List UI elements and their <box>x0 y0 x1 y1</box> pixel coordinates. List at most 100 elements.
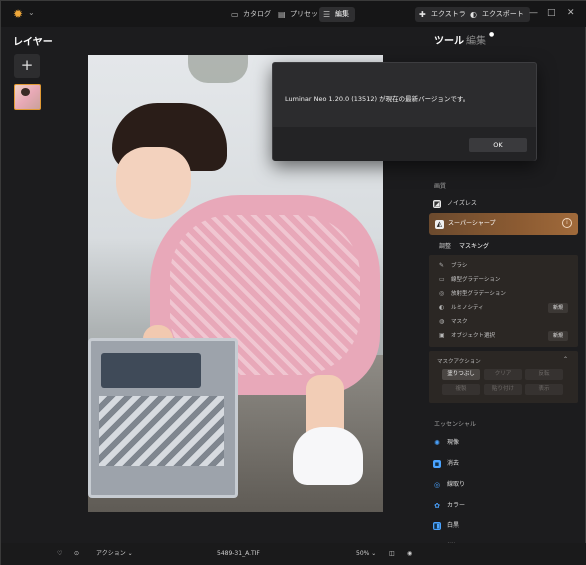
brush-icon: ✎ <box>439 262 445 269</box>
tool-color-label: カラー <box>447 502 466 509</box>
top-bar: ✹ ⌄ ▭ カタログ ▤ プリセット ☰ 編集 ✚ エクストラ ◐ エクスポート… <box>1 1 586 27</box>
mask-clear-button[interactable]: クリア <box>484 369 522 380</box>
tool-bw[interactable]: ◧ 白黒 <box>433 519 573 533</box>
supersharp-icon: ◭ <box>435 220 444 229</box>
new-badge: 新規 <box>547 303 568 313</box>
mask-luminosity[interactable]: ◐ ルミノシティ 新規 <box>439 302 574 314</box>
heart-icon[interactable]: ♡ <box>57 548 62 559</box>
dialog-message: Luminar Neo 1.20.0 (13512) が現在の最新バージョンです… <box>285 95 470 103</box>
new-badge: 新規 <box>547 331 568 341</box>
mask-ai-label: マスク <box>451 319 468 325</box>
app-window: ✹ ⌄ ▭ カタログ ▤ プリセット ☰ 編集 ✚ エクストラ ◐ エクスポート… <box>0 0 586 565</box>
mask-show-button[interactable]: 表示 <box>525 384 563 395</box>
history-icon[interactable]: ⊙ <box>74 548 79 559</box>
zoom-value: 50% <box>356 550 370 557</box>
essentials-label: エッセンシャル <box>434 421 477 428</box>
tool-color[interactable]: ✿ カラー <box>433 499 573 513</box>
structure-icon: ◎ <box>433 481 441 489</box>
tool-noiseless[interactable]: ◩ ノイズレス <box>433 197 573 211</box>
tab-edit[interactable]: ☰ 編集 <box>319 7 355 22</box>
zoom-select[interactable]: 50% ⌄ <box>356 548 376 559</box>
develop-icon: ✺ <box>434 439 440 447</box>
color-icon: ✿ <box>434 502 440 510</box>
preset-icon: ▤ <box>278 10 286 19</box>
photo-metal-case <box>88 338 238 498</box>
object-select-icon: ▣ <box>439 332 445 339</box>
bw-icon: ◧ <box>433 522 441 530</box>
tool-noiseless-label: ノイズレス <box>447 200 477 207</box>
tool-supersharp-label: スーパーシャープ <box>448 220 496 227</box>
tab-edit-label: 編集 <box>335 10 349 18</box>
mask-actions-label: マスクアクション <box>437 359 481 365</box>
layers-title: レイヤー <box>13 37 53 48</box>
mask-object-select[interactable]: ▣ オブジェクト選択 新規 <box>439 330 574 342</box>
tool-supersharp[interactable]: ◭ スーパーシャープ i <box>429 213 578 235</box>
close-button[interactable]: ✕ <box>567 8 575 18</box>
radial-gradient-icon: ◎ <box>439 290 445 297</box>
image-quality-label: 画質 <box>434 183 447 190</box>
mask-duplicate-button[interactable]: 複製 <box>442 384 480 395</box>
mask-linear-label: 線型グラデーション <box>451 277 501 283</box>
tools-edit-tab[interactable]: 編集 <box>466 32 486 47</box>
luminosity-icon: ◐ <box>439 304 445 311</box>
mask-icon: ◍ <box>439 318 445 325</box>
mask-brush[interactable]: ✎ ブラシ <box>439 260 574 272</box>
subtab-masking[interactable]: マスキング <box>459 241 489 250</box>
mask-object-label: オブジェクト選択 <box>451 333 496 339</box>
add-layer-button[interactable]: + <box>14 54 40 78</box>
folder-icon: ▭ <box>231 10 239 19</box>
info-icon[interactable]: i <box>562 218 572 228</box>
tool-structure[interactable]: ◎ 線取り <box>433 478 573 492</box>
eye-icon[interactable]: ◉ <box>407 548 412 559</box>
tab-catalog-label: カタログ <box>243 10 271 18</box>
chevron-up-icon[interactable]: ⌃ <box>563 356 568 363</box>
actions-menu[interactable]: アクション ⌄ <box>96 548 133 559</box>
mask-luminosity-label: ルミノシティ <box>451 305 484 311</box>
dialog-footer: OK <box>273 127 536 161</box>
sun-logo-icon[interactable]: ✹ <box>13 8 25 20</box>
mask-fill-button[interactable]: 塗りつぶし <box>442 369 480 380</box>
linear-gradient-icon: ▭ <box>439 276 445 283</box>
tool-erase-label: 消去 <box>447 460 460 467</box>
subtab-adjust[interactable]: 調整 <box>439 241 451 250</box>
mask-linear-gradient[interactable]: ▭ 線型グラデーション <box>439 274 574 286</box>
sliders-icon: ☰ <box>323 10 331 19</box>
maximize-button[interactable]: □ <box>547 8 556 18</box>
update-dialog: Luminar Neo 1.20.0 (13512) が現在の最新バージョンです… <box>272 62 537 161</box>
chevron-down-icon[interactable]: ⌄ <box>28 8 35 17</box>
photo-tree <box>188 55 248 83</box>
actions-menu-label: アクション <box>96 550 126 557</box>
tool-structure-label: 線取り <box>447 481 466 488</box>
mask-radial-gradient[interactable]: ◎ 放射型グラデーション <box>439 288 574 300</box>
tool-erase[interactable]: ▪ 消去 <box>433 457 573 471</box>
mask-invert-button[interactable]: 反転 <box>525 369 563 380</box>
tool-develop[interactable]: ✺ 現像 <box>433 436 573 450</box>
export-button-label: エクスポート <box>482 10 524 18</box>
supersharp-subtabs: 調整 マスキング <box>429 237 578 253</box>
layer-thumbnail[interactable] <box>14 84 41 110</box>
plus-icon: ✚ <box>419 10 426 19</box>
mask-paste-button[interactable]: 貼り付け <box>484 384 522 395</box>
photo-child-face <box>116 147 191 219</box>
export-icon: ◐ <box>470 10 477 19</box>
tab-catalog[interactable]: ▭ カタログ <box>227 7 277 22</box>
tool-develop-label: 現像 <box>447 439 460 446</box>
noiseless-icon: ◩ <box>433 200 441 208</box>
export-button[interactable]: ◐ エクスポート <box>466 7 530 22</box>
compare-icon[interactable]: ◫ <box>389 548 395 559</box>
photo-child-shoe <box>293 427 363 485</box>
erase-icon: ▪ <box>433 460 441 468</box>
masking-panel: ✎ ブラシ ▭ 線型グラデーション ◎ 放射型グラデーション ◐ ルミノシティ … <box>429 255 578 347</box>
extra-button[interactable]: ✚ エクストラ <box>415 7 472 22</box>
filename: 5489-31_A.TIF <box>217 550 260 557</box>
tool-bw-label: 白黒 <box>447 522 460 529</box>
tools-title[interactable]: ツール <box>434 32 464 47</box>
minimize-button[interactable]: — <box>529 8 538 18</box>
extra-button-label: エクストラ <box>431 10 466 18</box>
mask-ai-mask[interactable]: ◍ マスク <box>439 316 574 328</box>
ok-button[interactable]: OK <box>469 138 527 152</box>
notification-dot-icon: ● <box>489 31 495 38</box>
bottom-bar <box>1 543 586 565</box>
mask-radial-label: 放射型グラデーション <box>451 291 506 297</box>
mask-brush-label: ブラシ <box>451 263 468 269</box>
